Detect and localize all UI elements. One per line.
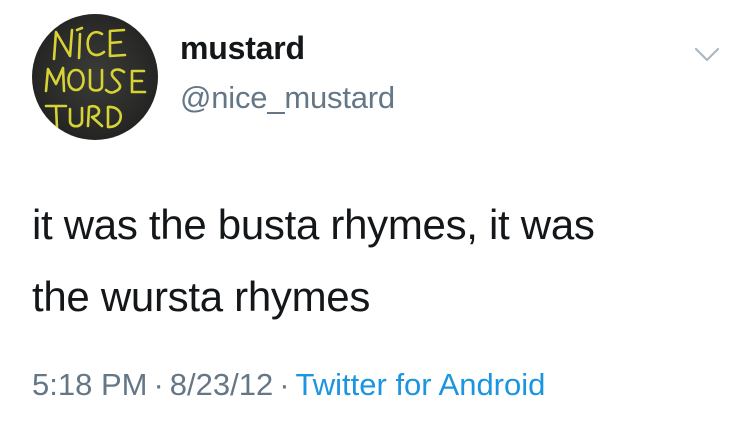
meta-separator: · xyxy=(153,367,164,402)
meta-separator: · xyxy=(279,367,290,402)
tweet-text: it was the busta rhymes, it was the wurs… xyxy=(32,189,722,333)
chevron-down-icon[interactable] xyxy=(694,46,720,64)
avatar[interactable] xyxy=(32,14,158,140)
tweet-time[interactable]: 5:18 PM xyxy=(32,367,147,402)
author-handle[interactable]: @nice_mustard xyxy=(180,78,395,118)
tweet-card[interactable]: mustard @nice_mustard it was the busta r… xyxy=(0,0,750,433)
tweet-meta: 5:18 PM · 8/23/12 · Twitter for Android xyxy=(32,363,545,407)
tweet-source-link[interactable]: Twitter for Android xyxy=(296,367,546,402)
tweet-date[interactable]: 8/23/12 xyxy=(170,367,273,402)
avatar-graffiti-image xyxy=(44,26,147,130)
author-display-name[interactable]: mustard xyxy=(180,28,305,68)
tweet-text-line: the wursta rhymes xyxy=(32,273,371,320)
tweet-text-line: it was the busta rhymes, it was xyxy=(32,201,595,248)
